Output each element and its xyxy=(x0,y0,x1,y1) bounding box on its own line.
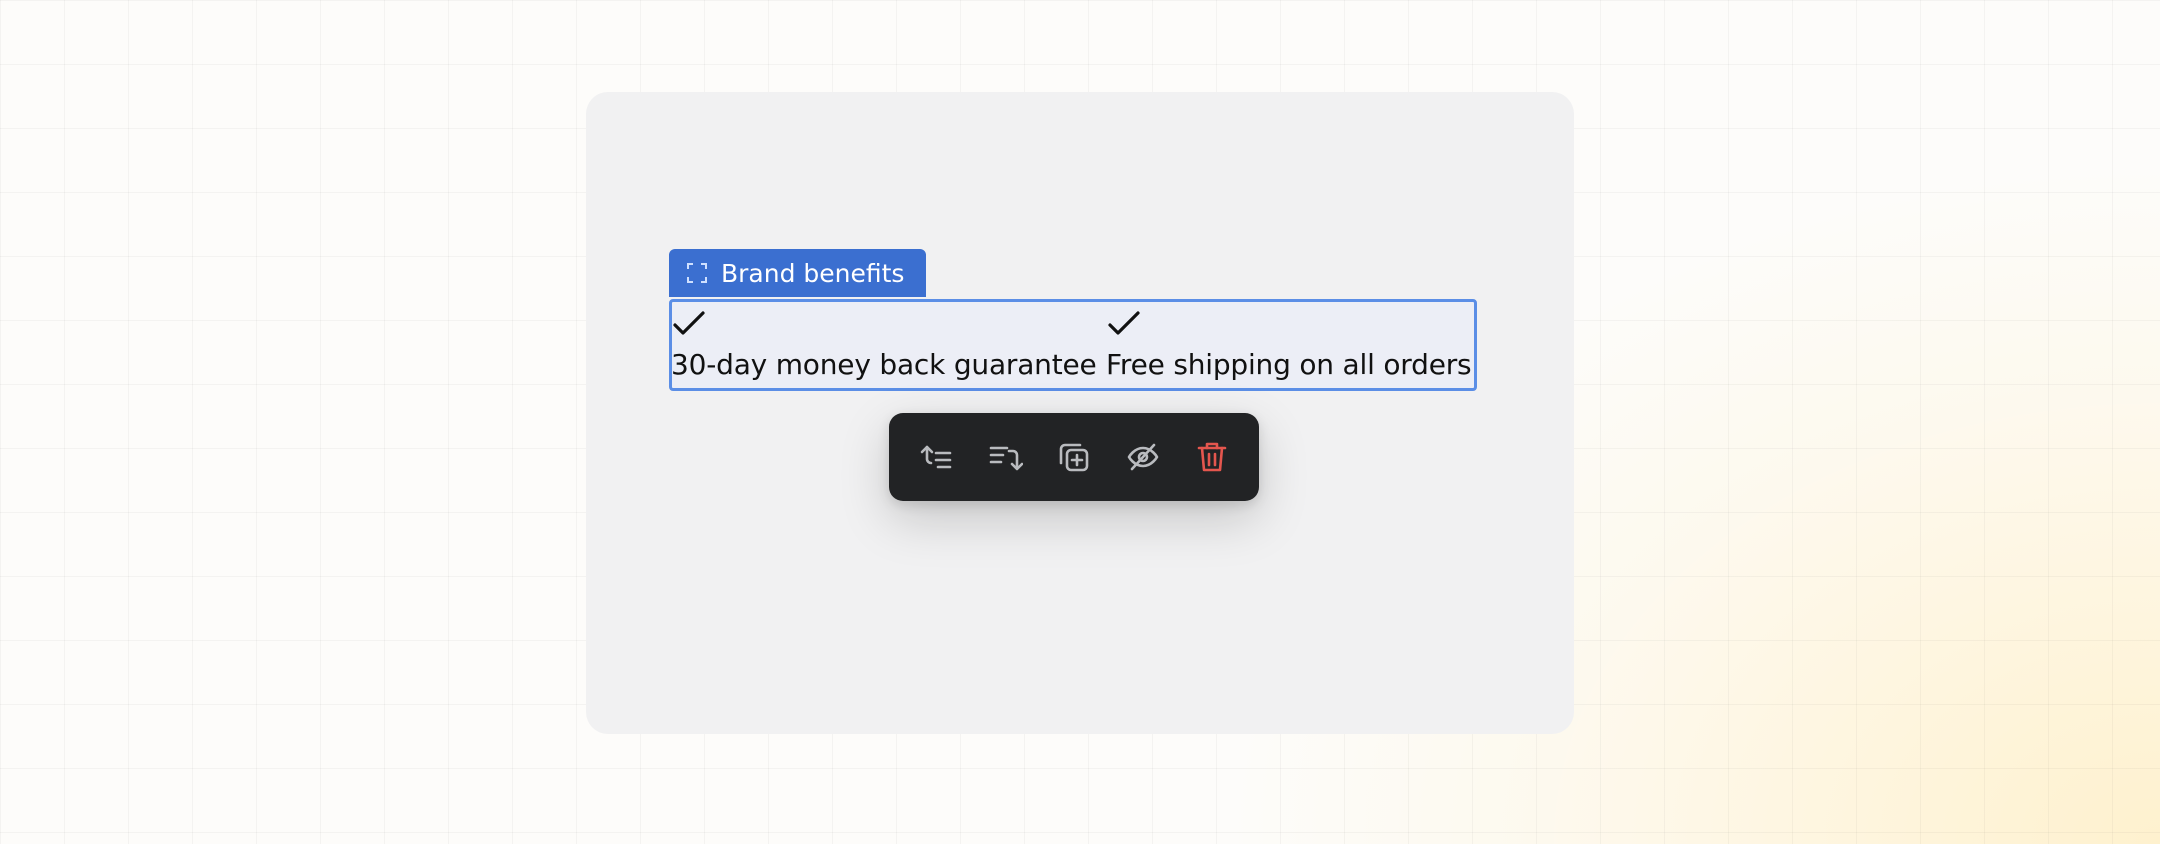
delete-button[interactable] xyxy=(1182,427,1241,487)
checkmark-icon xyxy=(1108,311,1140,335)
duplicate-icon xyxy=(1059,443,1089,472)
benefit-item[interactable]: Free shipping on all orders xyxy=(1106,302,1472,381)
frame-select-icon xyxy=(687,263,707,283)
checkmark-icon xyxy=(673,311,705,335)
benefit-item[interactable]: 30-day money back guarantee xyxy=(671,302,1097,381)
duplicate-button[interactable] xyxy=(1045,427,1104,487)
move-down-icon xyxy=(989,446,1024,471)
benefit-label: 30-day money back guarantee xyxy=(671,348,1097,381)
benefit-label: Free shipping on all orders xyxy=(1106,348,1472,381)
block-tag-label: Brand benefits xyxy=(721,258,905,288)
block-tag[interactable]: Brand benefits xyxy=(669,249,927,297)
move-up-button[interactable] xyxy=(907,427,966,487)
hide-button[interactable] xyxy=(1113,427,1172,487)
move-down-button[interactable] xyxy=(976,427,1035,487)
trash-icon xyxy=(1197,442,1226,472)
move-up-icon xyxy=(921,445,952,469)
block-toolbar xyxy=(889,413,1259,501)
eye-off-icon xyxy=(1127,443,1159,471)
